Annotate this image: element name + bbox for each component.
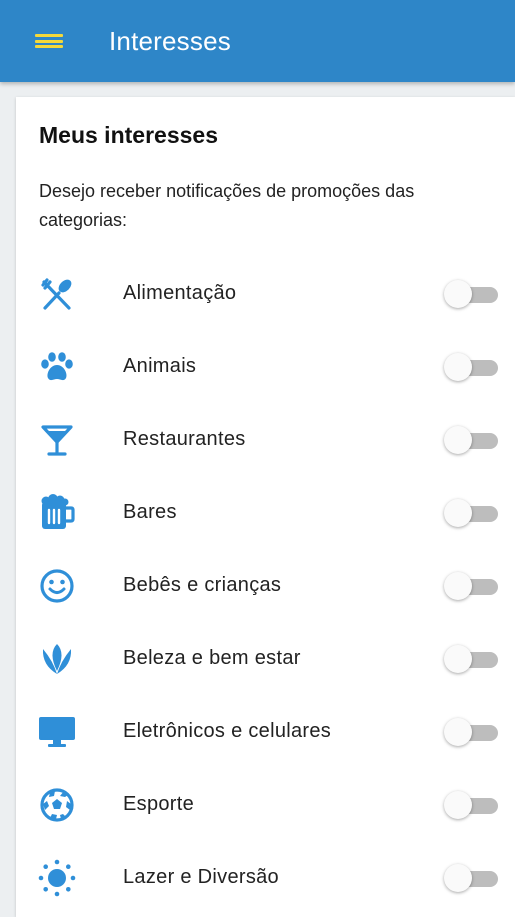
sun-icon (38, 859, 76, 897)
category-row-alimentacao[interactable]: Alimentação (16, 257, 515, 330)
category-label: Bebês e crianças (123, 574, 282, 596)
toggle-thumb (444, 863, 472, 892)
category-label: Restaurantes (123, 428, 246, 450)
category-label: Lazer e Diversão (123, 866, 279, 888)
category-toggle[interactable] (444, 790, 500, 820)
category-row-bares[interactable]: Bares (16, 476, 515, 549)
category-row-eletronicos[interactable]: Eletrônicos e celulares (16, 695, 515, 768)
category-row-esporte[interactable]: Esporte (16, 768, 515, 841)
toggle-thumb (444, 790, 472, 819)
category-row-animais[interactable]: Animais (16, 330, 515, 403)
smiley-icon (38, 567, 76, 605)
menu-icon[interactable] (35, 30, 63, 52)
card-title: Meus interesses (39, 122, 218, 148)
menu-icon-line (35, 39, 63, 43)
toggle-thumb (444, 279, 472, 308)
toggle-thumb (444, 425, 472, 454)
menu-icon-line (35, 45, 63, 48)
soccer-ball-icon (38, 786, 76, 824)
flower-icon (38, 640, 76, 678)
category-toggle[interactable] (444, 498, 500, 528)
paw-icon (38, 348, 76, 386)
category-label: Animais (123, 355, 197, 377)
category-toggle[interactable] (444, 279, 500, 309)
toggle-thumb (444, 571, 472, 600)
category-row-lazer[interactable]: Lazer e Diversão (16, 841, 515, 914)
category-label: Eletrônicos e celulares (123, 720, 332, 742)
category-label: Alimentação (123, 282, 237, 304)
monitor-icon (38, 713, 76, 751)
category-toggle[interactable] (444, 571, 500, 601)
category-toggle[interactable] (444, 352, 500, 382)
category-label: Esporte (123, 793, 195, 815)
interests-card: Meus interesses Desejo receber notificaç… (16, 97, 515, 917)
cocktail-icon (38, 421, 76, 459)
category-label: Beleza e bem estar (123, 647, 301, 669)
toggle-thumb (444, 644, 472, 673)
category-toggle[interactable] (444, 644, 500, 674)
card-description: Desejo receber notificações de promoções… (39, 181, 415, 230)
toggle-thumb (444, 717, 472, 746)
app-bar: Interesses (0, 0, 515, 82)
category-label: Bares (123, 501, 177, 523)
category-row-restaurantes[interactable]: Restaurantes (16, 403, 515, 476)
beer-mug-icon (38, 493, 76, 532)
category-toggle[interactable] (444, 863, 500, 893)
fork-knife-icon (38, 275, 76, 313)
app-title: Interesses (109, 25, 231, 56)
toggle-thumb (444, 352, 472, 381)
menu-icon-line (35, 34, 63, 37)
category-toggle[interactable] (444, 717, 500, 747)
category-row-beleza[interactable]: Beleza e bem estar (16, 622, 515, 695)
category-toggle[interactable] (444, 425, 500, 455)
toggle-thumb (444, 498, 472, 527)
category-row-bebes[interactable]: Bebês e crianças (16, 549, 515, 622)
